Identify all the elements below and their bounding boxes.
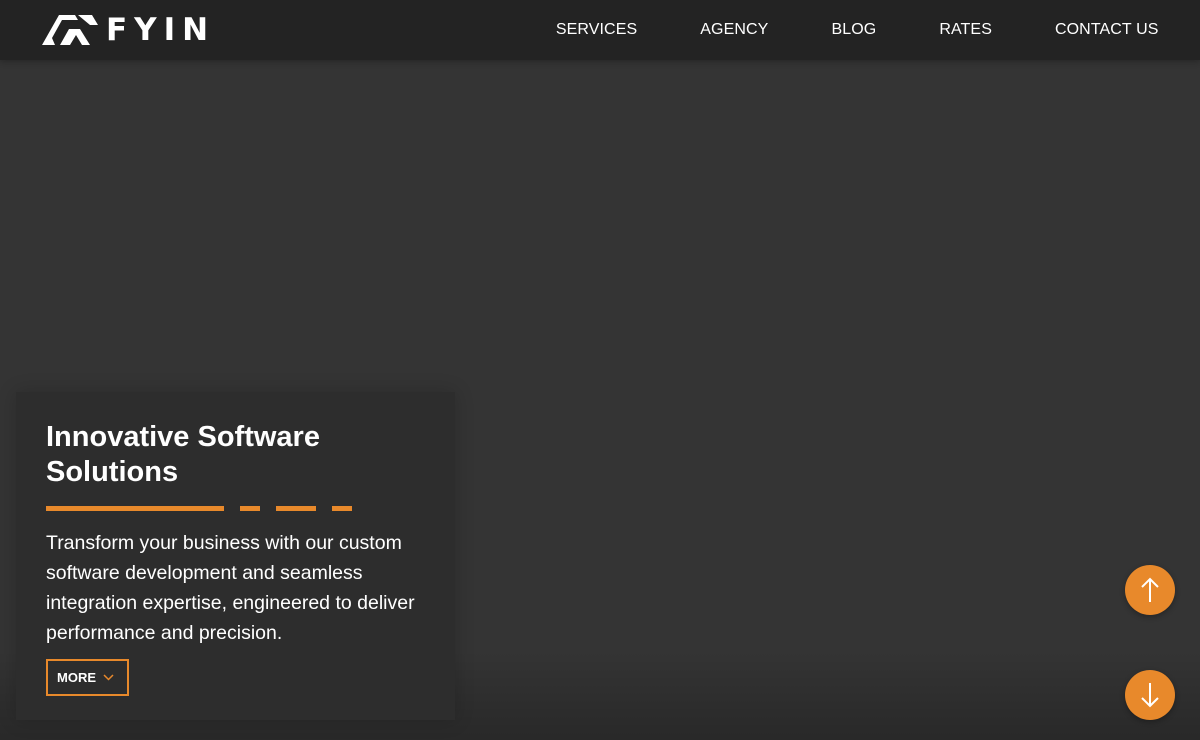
nav-item-rates[interactable]: RATES: [908, 0, 1024, 60]
site-header: FYIN SERVICES AGENCY BLOG RATES CONTACT …: [0, 0, 1200, 60]
divider-segment: [332, 506, 352, 511]
scroll-up-button[interactable]: [1125, 565, 1175, 615]
more-button[interactable]: MORE: [46, 659, 129, 696]
nav-item-contact-us[interactable]: CONTACT US: [1023, 0, 1190, 60]
nav-item-blog[interactable]: BLOG: [800, 0, 908, 60]
divider-segment: [276, 506, 316, 511]
arrow-up-icon: [1141, 577, 1159, 602]
logo-mark-icon: [42, 15, 98, 45]
main-nav: SERVICES AGENCY BLOG RATES CONTACT US: [524, 0, 1190, 60]
divider-segment: [240, 506, 260, 511]
nav-item-services[interactable]: SERVICES: [524, 0, 668, 60]
chevron-down-icon: [103, 674, 114, 681]
logo[interactable]: FYIN: [42, 14, 215, 46]
accent-divider: [46, 506, 366, 511]
hero-description: Transform your business with our custom …: [46, 532, 415, 644]
arrow-down-icon: [1141, 683, 1159, 708]
scroll-down-button[interactable]: [1125, 670, 1175, 720]
divider-segment: [46, 506, 224, 511]
more-button-label: MORE: [57, 670, 96, 685]
nav-item-agency[interactable]: AGENCY: [669, 0, 800, 60]
logo-text: FYIN: [106, 12, 216, 48]
page: FYIN SERVICES AGENCY BLOG RATES CONTACT …: [0, 0, 1200, 740]
hero-title: Innovative Software Solutions: [46, 421, 320, 488]
hero-card: Innovative Software Solutions Transform …: [16, 392, 455, 720]
